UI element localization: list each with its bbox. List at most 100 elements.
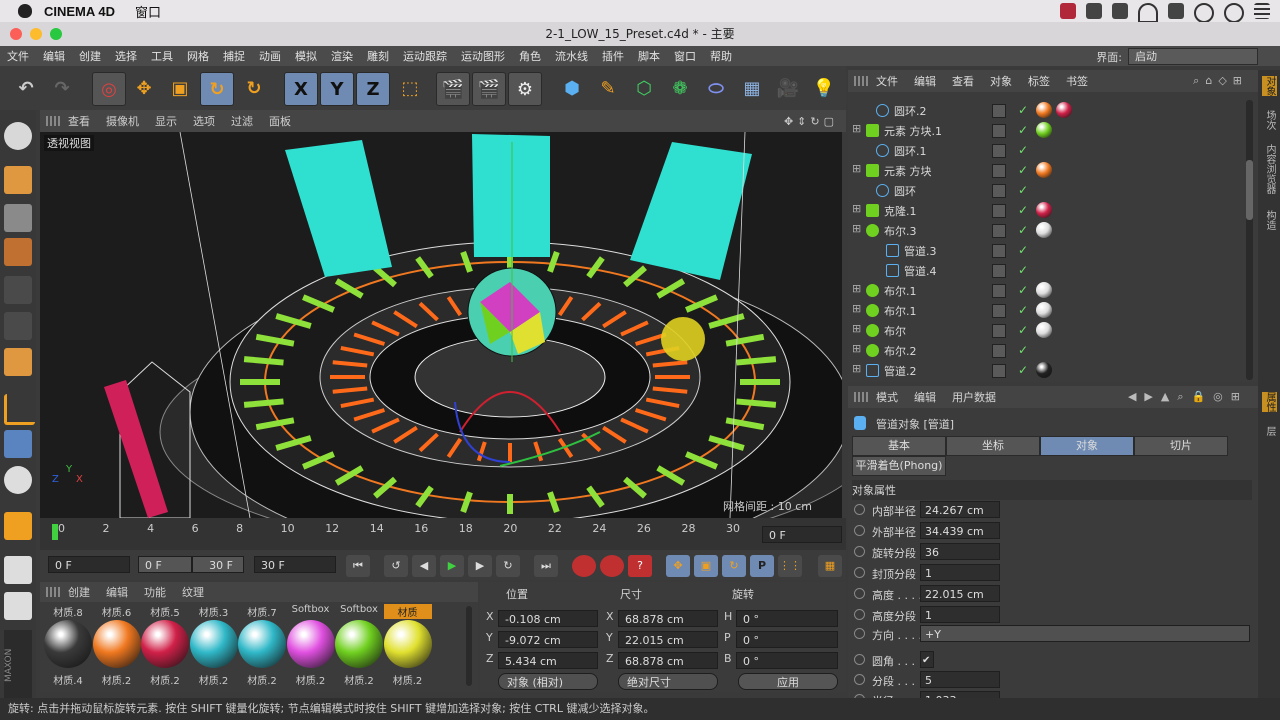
object-row[interactable]: ⊞ 布尔 ✓ (848, 320, 1243, 340)
keyframe-help-button[interactable]: ? (628, 555, 652, 577)
tab-slice[interactable]: 切片 (1134, 436, 1228, 456)
position-field[interactable]: 5.434 cm (498, 652, 598, 669)
viewport-nav-icons[interactable]: ✥⇕↻▢ (784, 115, 838, 128)
material-tag-icon[interactable] (1036, 362, 1052, 378)
preview-range-start[interactable]: 0 F (138, 556, 192, 573)
expand-icon[interactable]: ⊞ (852, 162, 861, 175)
y-axis-lock[interactable]: Y (320, 72, 354, 106)
object-row[interactable]: 圆环.2 ✓ (848, 100, 1243, 120)
timeline-window-button[interactable]: ▦ (818, 555, 842, 577)
key-param-button[interactable]: P (750, 555, 774, 577)
strip-tab-content-browser[interactable]: 内容浏览器 (1262, 144, 1277, 194)
om-menu-view[interactable]: 查看 (944, 73, 982, 89)
key-scale-button[interactable]: ▣ (694, 555, 718, 577)
menu-edit[interactable]: 编辑 (36, 48, 72, 64)
timeline-ruler[interactable]: 0 2 4 6 8 10 12 14 16 18 20 22 24 26 28 30 0 F (40, 518, 846, 550)
snap-icon[interactable] (4, 466, 32, 494)
material-tag-icon[interactable] (1056, 102, 1072, 118)
object-row[interactable]: ⊞ 管道.2 ✓ (848, 360, 1243, 380)
object-row[interactable]: 圆环.1 ✓ (848, 140, 1243, 160)
material-swatch[interactable] (238, 620, 286, 668)
scale-icon[interactable]: ▣ (164, 72, 196, 104)
tweak-mode-icon[interactable] (4, 430, 32, 458)
app-name[interactable]: CINEMA 4D (44, 4, 115, 19)
menu-mesh[interactable]: 网格 (180, 48, 216, 64)
start-frame-field[interactable]: 0 F (48, 556, 130, 573)
edges-mode-icon[interactable] (4, 312, 32, 340)
move-icon[interactable]: ✥ (128, 72, 160, 104)
rotation-field[interactable]: 0 ° (736, 652, 838, 669)
expand-icon[interactable]: ⊞ (852, 342, 861, 355)
object-name[interactable]: 圆环.2 (894, 103, 927, 119)
live-select-icon[interactable]: ◎ (92, 72, 126, 106)
menu-simulate[interactable]: 模拟 (288, 48, 324, 64)
menu-character[interactable]: 角色 (512, 48, 548, 64)
material-menu-edit[interactable]: 编辑 (98, 584, 136, 600)
object-row[interactable]: ⊞ 元素 方块 ✓ (848, 160, 1243, 180)
redo-icon[interactable]: ↷ (46, 72, 78, 104)
light-icon[interactable]: 💡 (808, 72, 840, 104)
model-mode-icon[interactable] (4, 166, 32, 194)
object-row[interactable]: ⊞ 元素 方块.1 ✓ (848, 120, 1243, 140)
layer-icon[interactable] (992, 264, 1006, 278)
coord-mode-dropdown[interactable]: 对象 (相对) (498, 673, 598, 690)
object-row[interactable]: 管道.3 ✓ (848, 240, 1243, 260)
apple-icon[interactable] (18, 4, 32, 18)
object-row[interactable]: ⊞ 布尔.1 ✓ (848, 300, 1243, 320)
attribute-value-field[interactable]: 1 (920, 564, 1000, 581)
material-menu-function[interactable]: 功能 (136, 584, 174, 600)
layout-dropdown[interactable]: 启动 (1128, 48, 1258, 65)
om-menu-objects[interactable]: 对象 (982, 73, 1020, 89)
om-menu-edit[interactable]: 编辑 (906, 73, 944, 89)
expand-icon[interactable]: ⊞ (852, 202, 861, 215)
goto-start-button[interactable]: ⏮ (346, 555, 370, 577)
direction-dropdown[interactable]: +Y (920, 625, 1250, 642)
strip-tab-objects[interactable]: 对象 (1262, 76, 1277, 96)
am-menu-mode[interactable]: 模式 (868, 389, 906, 405)
enabled-check-icon[interactable]: ✓ (1018, 143, 1028, 157)
fillet-anim-icon[interactable] (854, 654, 865, 665)
layer-icon[interactable] (992, 224, 1006, 238)
list-icon[interactable] (1254, 3, 1270, 19)
layer-icon[interactable] (992, 324, 1006, 338)
z-axis-lock[interactable]: Z (356, 72, 390, 106)
material-tag-icon[interactable] (1036, 202, 1052, 218)
material-tag-icon[interactable] (1036, 162, 1052, 178)
object-row[interactable]: 圆环 ✓ (848, 180, 1243, 200)
next-frame-button[interactable]: ▶ (468, 555, 492, 577)
status-red-icon[interactable] (1060, 3, 1076, 19)
points-mode-icon[interactable] (4, 276, 32, 304)
next-key-button[interactable]: ↻ (496, 555, 520, 577)
object-row[interactable]: ⊞ 布尔.3 ✓ (848, 220, 1243, 240)
autokey-button[interactable] (600, 555, 624, 577)
x-axis-lock[interactable]: X (284, 72, 318, 106)
enabled-check-icon[interactable]: ✓ (1018, 183, 1028, 197)
object-row[interactable]: 管道.4 ✓ (848, 260, 1243, 280)
enabled-check-icon[interactable]: ✓ (1018, 323, 1028, 337)
layer-icon[interactable] (992, 304, 1006, 318)
menu-create[interactable]: 创建 (72, 48, 108, 64)
texture-mode-icon[interactable] (4, 204, 32, 232)
key-rotation-button[interactable]: ↻ (722, 555, 746, 577)
apply-button[interactable]: 应用 (738, 673, 838, 690)
anim-radio-icon[interactable] (854, 525, 865, 536)
anim-radio-icon[interactable] (854, 504, 865, 515)
minimize-button[interactable] (30, 28, 42, 40)
material-tag-icon[interactable] (1036, 222, 1052, 238)
material-scrollbar[interactable] (466, 606, 472, 686)
material-tag-icon[interactable] (1036, 282, 1052, 298)
layer-icon[interactable] (992, 164, 1006, 178)
render-picture-viewer-icon[interactable]: 🎬 (472, 72, 506, 106)
om-menu-bookmarks[interactable]: 书签 (1058, 73, 1096, 89)
om-menu-tags[interactable]: 标签 (1020, 73, 1058, 89)
anim-radio-icon[interactable] (854, 567, 865, 578)
tab-object[interactable]: 对象 (1040, 436, 1134, 456)
make-editable-icon[interactable] (4, 122, 32, 150)
preview-range-end[interactable]: 30 F (192, 556, 244, 573)
end-frame-field[interactable]: 30 F (254, 556, 336, 573)
strip-tab-attributes[interactable]: 属性 (1262, 392, 1277, 412)
record-button[interactable] (572, 555, 596, 577)
om-scrollbar[interactable] (1246, 100, 1253, 380)
material-swatch[interactable] (92, 620, 141, 668)
enabled-check-icon[interactable]: ✓ (1018, 163, 1028, 177)
